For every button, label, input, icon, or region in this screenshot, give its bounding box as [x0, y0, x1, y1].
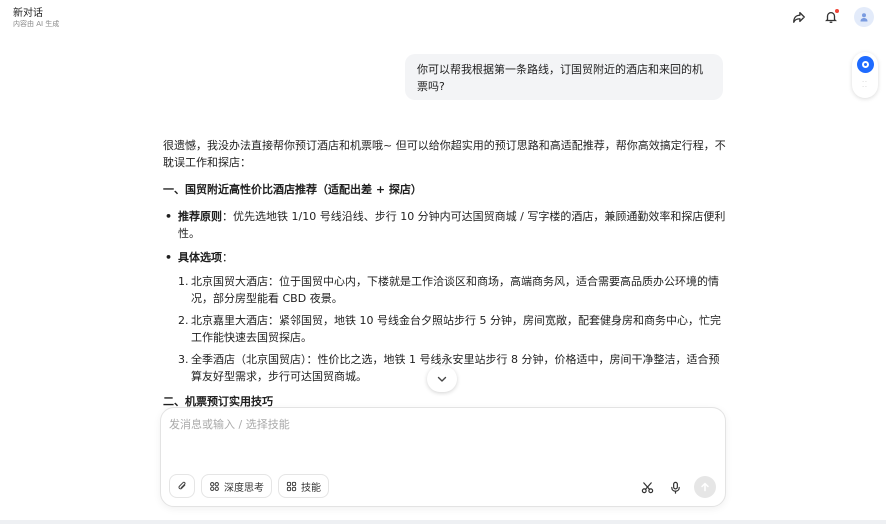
item-text: 北京嘉里大酒店：紧邻国贸，地铁 10 号线金台夕照站步行 5 分钟，房间宽敞，配… [191, 314, 721, 344]
scroll-to-bottom-button[interactable] [427, 366, 457, 392]
list-item: 2. 北京嘉里大酒店：紧邻国贸，地铁 10 号线金台夕照站步行 5 分钟，房间宽敞… [178, 312, 727, 346]
message-input[interactable] [169, 416, 714, 466]
deep-think-label: 深度思考 [224, 482, 264, 494]
arrow-up-icon [701, 482, 709, 492]
user-avatar[interactable] [854, 7, 874, 27]
assistant-logo-icon [856, 56, 874, 73]
item-number: 3. [178, 353, 189, 366]
composer-right-tools [638, 476, 716, 498]
bullet-principle: 推荐原则：优先选地铁 1/10 号线沿线、步行 10 分钟内可达国贸商城 / 写… [163, 208, 727, 242]
floating-assistant-widget[interactable]: ·· ·· [852, 52, 878, 98]
skills-label: 技能 [301, 482, 321, 494]
bullet-label: 具体选项 [178, 251, 222, 264]
share-button[interactable] [790, 8, 808, 26]
skills-button[interactable]: 技能 [278, 474, 329, 498]
voice-input-button[interactable] [666, 478, 684, 496]
share-icon [793, 11, 805, 23]
screenshot-button[interactable] [638, 478, 656, 496]
send-button[interactable] [694, 476, 716, 498]
microphone-icon [670, 481, 680, 494]
top-header: 新对话 内容由 AI 生成 [0, 0, 886, 40]
attach-button[interactable] [169, 474, 195, 498]
bullet-text: ：优先选地铁 1/10 号线沿线、步行 10 分钟内可达国贸商城 / 写字楼的酒… [178, 210, 726, 240]
section-heading-hotels: 一、国贸附近高性价比酒店推荐（适配出差 + 探店） [163, 183, 422, 196]
chevron-down-icon [437, 376, 447, 382]
deep-think-icon [210, 481, 219, 491]
conversation-title: 新对话 [13, 8, 43, 19]
drag-handle-icon[interactable]: ·· ·· [862, 80, 868, 91]
bottom-edge [0, 520, 886, 524]
notification-dot [835, 9, 839, 13]
skills-grid-icon [286, 481, 297, 491]
message-composer: 深度思考 技能 [160, 407, 726, 507]
deep-think-button[interactable]: 深度思考 [201, 474, 272, 498]
header-actions [790, 7, 874, 27]
user-message-bubble: 你可以帮我根据第一条路线，订国贸附近的酒店和来回的机票吗? [405, 54, 723, 100]
item-number: 1. [178, 275, 189, 288]
bullet-label: 推荐原则 [178, 210, 222, 223]
ai-disclaimer: 内容由 AI 生成 [13, 20, 60, 28]
item-text: 北京国贸大酒店：位于国贸中心内，下楼就是工作洽谈区和商场，高端商务风，适合需要高… [191, 275, 719, 305]
user-avatar-icon [860, 13, 868, 22]
list-item: 1. 北京国贸大酒店：位于国贸中心内，下楼就是工作洽谈区和商场，高端商务风，适合需… [178, 273, 727, 307]
bullet-text: ： [222, 251, 233, 264]
composer-tools: 深度思考 技能 [169, 474, 329, 498]
answer-intro: 很遗憾，我没办法直接帮你预订酒店和机票哦~ 但可以给你超实用的预订思路和高适配推… [163, 139, 726, 169]
notification-button[interactable] [822, 8, 840, 26]
paperclip-icon [177, 481, 186, 489]
scissors-icon [641, 481, 653, 493]
section-heading-flights: 二、机票预订实用技巧 [163, 395, 273, 407]
item-number: 2. [178, 314, 189, 327]
bullet-options: 具体选项： [163, 249, 727, 266]
